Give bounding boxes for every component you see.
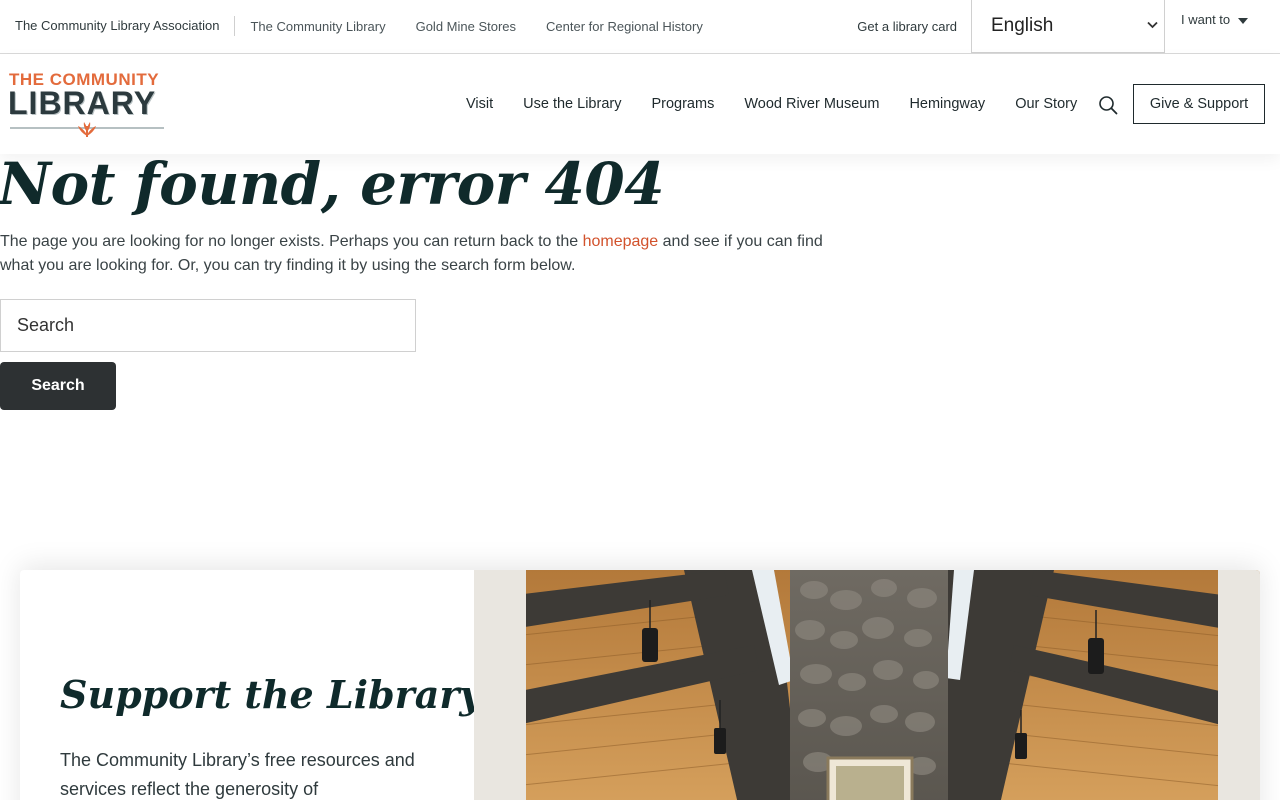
homepage-link[interactable]: homepage [583, 233, 659, 250]
network-links: The Community Library Association The Co… [0, 0, 718, 53]
nav-item-hemingway[interactable]: Hemingway [909, 96, 985, 112]
support-text: The Community Library’s free resources a… [60, 750, 415, 799]
language-value: English [991, 15, 1054, 36]
leaf-icon [78, 122, 96, 137]
chevron-down-icon [1147, 20, 1158, 32]
search-button[interactable]: Search [0, 362, 116, 410]
support-title: Support the Library [60, 672, 482, 717]
network-link-regional-history[interactable]: Center for Regional History [531, 19, 718, 34]
library-interior-image [474, 570, 1260, 800]
search-icon[interactable] [1098, 95, 1118, 115]
site-logo[interactable]: THE COMMUNITY LIBRARY [8, 70, 166, 138]
nav-item-our-story[interactable]: Our Story [1015, 96, 1077, 112]
error-description: The page you are looking for no longer e… [0, 230, 840, 278]
give-support-button[interactable]: Give & Support [1133, 84, 1265, 124]
search-placeholder: Search [17, 315, 75, 335]
search-input[interactable]: Search [0, 299, 416, 352]
site-header: THE COMMUNITY LIBRARY Visit Use the Libr… [0, 54, 1280, 154]
network-link-gold-mine[interactable]: Gold Mine Stores [401, 19, 531, 34]
utility-actions: Get a library card English I want to [843, 0, 1280, 53]
nav-item-visit[interactable]: Visit [466, 96, 493, 112]
nav-item-wood-river-museum[interactable]: Wood River Museum [744, 96, 879, 112]
utility-bar: The Community Library Association The Co… [0, 0, 1280, 54]
network-link-library[interactable]: The Community Library [235, 19, 400, 34]
i-want-to-label: I want to [1181, 12, 1231, 27]
library-card-link[interactable]: Get a library card [843, 0, 971, 53]
error-text-before: The page you are looking for no longer e… [0, 233, 583, 250]
caret-down-icon [1238, 18, 1249, 24]
i-want-to-menu[interactable]: I want to [1165, 0, 1280, 53]
page-title: Not found, error 404 [0, 150, 665, 218]
network-link-association[interactable]: The Community Library Association [0, 15, 236, 36]
nav-item-programs[interactable]: Programs [651, 96, 714, 112]
language-select[interactable]: English [971, 0, 1165, 53]
main-nav: Visit Use the Library Programs Wood Rive… [466, 54, 1107, 154]
support-section: Support the Library The Community Librar… [20, 570, 1260, 800]
logo-line2: LIBRARY [8, 85, 157, 121]
nav-item-use-the-library[interactable]: Use the Library [523, 96, 621, 112]
